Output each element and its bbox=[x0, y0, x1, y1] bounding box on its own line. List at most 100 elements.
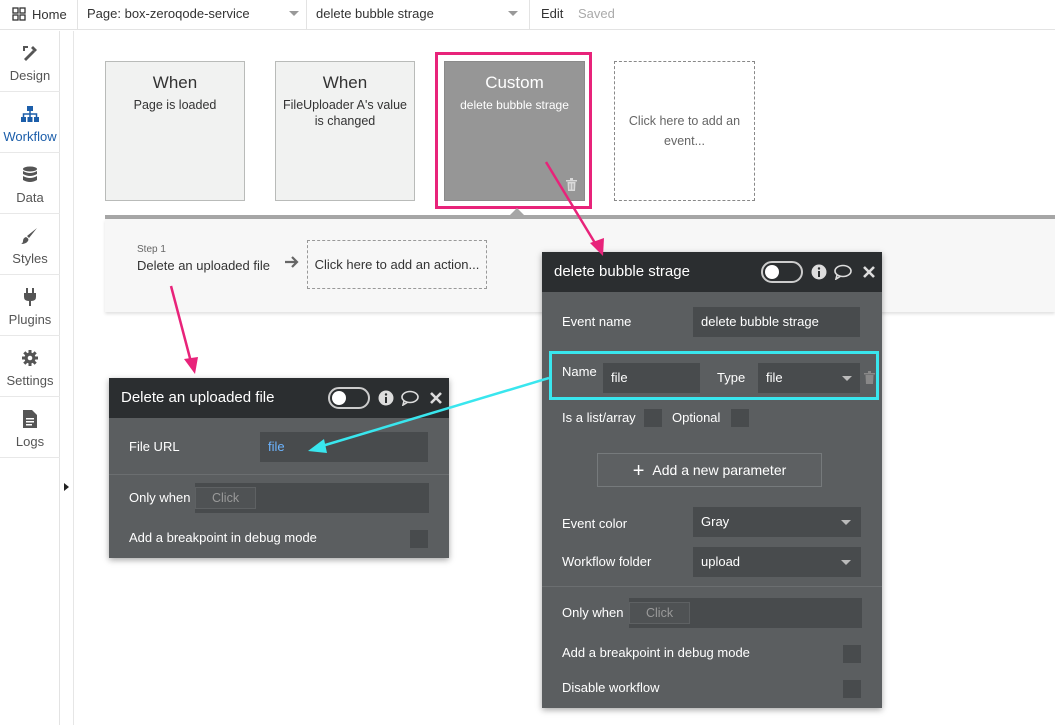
breakpoint-checkbox[interactable] bbox=[410, 530, 428, 548]
is-list-label: Is a list/array bbox=[562, 410, 636, 425]
only-when-field[interactable]: Click bbox=[629, 598, 862, 628]
gear-icon bbox=[20, 348, 40, 368]
event-select[interactable]: delete bubble strage bbox=[316, 6, 434, 21]
flask-icon bbox=[765, 265, 779, 279]
file-url-label: File URL bbox=[129, 439, 180, 454]
highlight-box-cyan bbox=[549, 351, 879, 400]
event-color-label: Event color bbox=[562, 516, 628, 531]
add-parameter-button[interactable]: + Add a new parameter bbox=[597, 453, 822, 487]
comment-icon[interactable] bbox=[834, 263, 852, 281]
optional-checkbox[interactable] bbox=[731, 409, 749, 427]
panel-header: Delete an uploaded file bbox=[109, 378, 449, 418]
chevron-down-icon[interactable] bbox=[508, 11, 518, 16]
sidebar-item-logs[interactable]: Logs bbox=[0, 397, 60, 458]
saved-status: Saved bbox=[578, 6, 615, 21]
home-label: Home bbox=[32, 6, 67, 22]
divider bbox=[306, 0, 307, 30]
workflow-folder-select[interactable]: upload bbox=[693, 547, 861, 577]
divider bbox=[542, 586, 882, 587]
sidebar-gutter bbox=[61, 31, 74, 725]
divider bbox=[109, 474, 449, 475]
event-subtitle: Page is loaded bbox=[133, 98, 217, 112]
sidebar: Design Workflow Data Styles Plugins Sett… bbox=[0, 31, 60, 725]
data-icon bbox=[20, 165, 40, 185]
step-1-action[interactable]: Delete an uploaded file bbox=[137, 258, 270, 273]
plus-icon: + bbox=[632, 460, 645, 482]
debug-toggle[interactable] bbox=[328, 387, 370, 409]
file-url-field[interactable]: file bbox=[260, 432, 428, 462]
disable-workflow-label: Disable workflow bbox=[562, 680, 660, 695]
event-card-page-loaded[interactable]: When Page is loaded bbox=[105, 61, 245, 201]
sidebar-item-label: Plugins bbox=[8, 312, 52, 327]
arrow-right-icon bbox=[284, 254, 300, 273]
debug-toggle[interactable] bbox=[761, 261, 803, 283]
add-event-button[interactable]: Click here to add an event... bbox=[614, 61, 755, 201]
flask-icon bbox=[332, 391, 346, 405]
event-color-value: Gray bbox=[701, 514, 730, 529]
event-title: When bbox=[322, 73, 368, 92]
sidebar-item-plugins[interactable]: Plugins bbox=[0, 275, 60, 336]
event-title: When bbox=[152, 73, 198, 92]
comment-icon[interactable] bbox=[401, 389, 419, 407]
panel-title: Delete an uploaded file bbox=[121, 389, 275, 406]
event-subtitle: FileUploader A's value is changed bbox=[283, 98, 407, 128]
panel-header: delete bubble strage bbox=[542, 252, 882, 292]
design-icon bbox=[20, 43, 40, 63]
home-button[interactable]: Home bbox=[12, 5, 67, 23]
close-icon[interactable] bbox=[427, 389, 445, 407]
sidebar-item-label: Design bbox=[9, 68, 51, 83]
trash-icon[interactable] bbox=[566, 178, 577, 194]
event-title: Custom bbox=[485, 73, 544, 92]
expand-arrow-icon[interactable] bbox=[64, 483, 69, 491]
document-icon bbox=[20, 409, 40, 429]
only-when-label: Only when bbox=[562, 605, 624, 620]
divider bbox=[77, 0, 78, 30]
info-icon[interactable] bbox=[377, 389, 395, 407]
sidebar-item-label: Workflow bbox=[3, 129, 57, 144]
add-parameter-label: Add a new parameter bbox=[652, 462, 787, 478]
only-when-field[interactable]: Click bbox=[195, 483, 429, 513]
edit-menu[interactable]: Edit bbox=[541, 6, 563, 21]
event-name-label: Event name bbox=[562, 314, 632, 329]
only-when-click[interactable]: Click bbox=[629, 602, 691, 624]
brush-icon bbox=[20, 226, 40, 246]
disable-workflow-checkbox[interactable] bbox=[843, 680, 861, 698]
breakpoint-label: Add a breakpoint in debug mode bbox=[129, 530, 317, 545]
add-action-button[interactable]: Click here to add an action... bbox=[307, 240, 487, 289]
sidebar-item-design[interactable]: Design bbox=[0, 31, 60, 92]
plug-icon bbox=[20, 287, 40, 307]
workflow-icon bbox=[20, 104, 40, 124]
panel-title: delete bubble strage bbox=[554, 263, 690, 280]
chevron-down-icon bbox=[841, 560, 851, 565]
breakpoint-label: Add a breakpoint in debug mode bbox=[562, 645, 750, 660]
event-card-uploader-changed[interactable]: When FileUploader A's value is changed bbox=[275, 61, 415, 201]
event-color-select[interactable]: Gray bbox=[693, 507, 861, 537]
page-select[interactable]: Page: box-zeroqode-service bbox=[87, 6, 250, 21]
workflow-folder-value: upload bbox=[701, 554, 741, 569]
sidebar-item-styles[interactable]: Styles bbox=[0, 214, 60, 275]
sidebar-item-label: Styles bbox=[12, 251, 48, 266]
divider bbox=[529, 0, 530, 30]
action-panel: Delete an uploaded file File URL file On… bbox=[109, 378, 449, 558]
breakpoint-checkbox[interactable] bbox=[843, 645, 861, 663]
sidebar-item-label: Logs bbox=[15, 434, 45, 449]
sidebar-item-workflow[interactable]: Workflow bbox=[0, 92, 60, 153]
sidebar-item-label: Data bbox=[16, 190, 44, 205]
top-bar: Home Page: box-zeroqode-service delete b… bbox=[0, 0, 1055, 30]
event-name-field[interactable]: delete bubble strage bbox=[693, 307, 860, 337]
only-when-label: Only when bbox=[129, 490, 191, 505]
sidebar-item-settings[interactable]: Settings bbox=[0, 336, 60, 397]
event-subtitle: delete bubble strage bbox=[460, 98, 569, 112]
step-number: Step 1 bbox=[137, 244, 166, 255]
close-icon[interactable] bbox=[860, 263, 878, 281]
is-list-checkbox[interactable] bbox=[644, 409, 662, 427]
grid-icon bbox=[12, 7, 26, 21]
workflow-folder-label: Workflow folder bbox=[562, 554, 652, 569]
sidebar-item-data[interactable]: Data bbox=[0, 153, 60, 214]
chevron-down-icon bbox=[841, 520, 851, 525]
info-icon[interactable] bbox=[810, 263, 828, 281]
chevron-down-icon[interactable] bbox=[289, 11, 299, 16]
only-when-click[interactable]: Click bbox=[195, 487, 257, 509]
sidebar-item-label: Settings bbox=[6, 373, 54, 388]
event-card-custom[interactable]: Custom delete bubble strage bbox=[444, 61, 585, 201]
